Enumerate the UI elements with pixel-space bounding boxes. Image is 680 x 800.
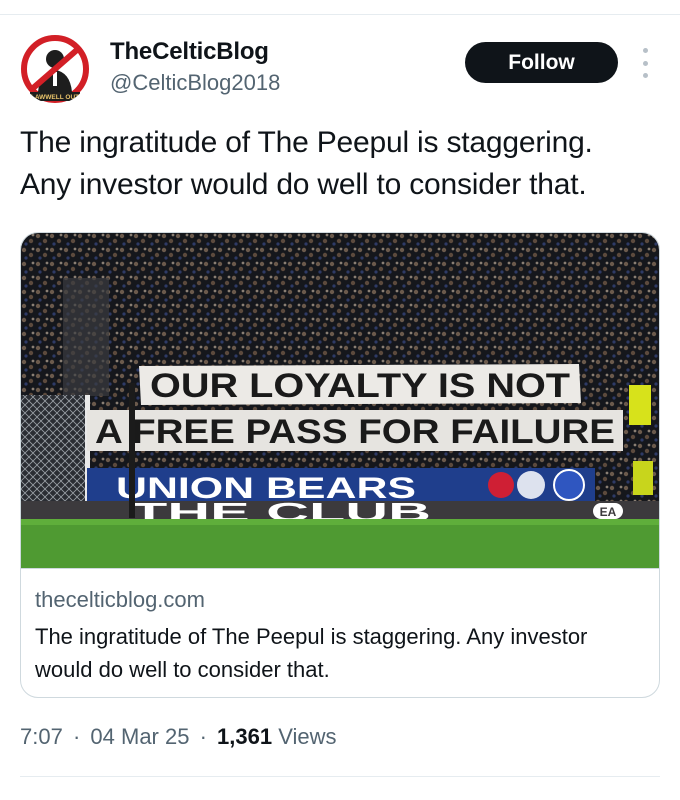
link-card[interactable]: OUR LOYALTY IS NOT A FREE PASS FOR FAILU…: [20, 232, 660, 698]
handle[interactable]: @CelticBlog2018: [110, 70, 280, 96]
more-dot: [642, 60, 648, 66]
tweet-text: The ingratitude of The Peepul is stagger…: [20, 122, 660, 206]
views-count: 1,361: [217, 724, 273, 749]
board-logo: EA: [600, 505, 617, 519]
follow-button[interactable]: Follow: [465, 42, 618, 83]
more-dot: [642, 48, 648, 53]
top-divider: [0, 14, 680, 15]
bottom-divider: [20, 776, 660, 777]
card-title[interactable]: The ingratitude of The Peepul is stagger…: [35, 620, 635, 686]
tweet-text-line: Any investor would do well to consider t…: [20, 168, 587, 201]
display-name[interactable]: TheCelticBlog: [110, 38, 269, 66]
views-label: Views: [278, 724, 337, 749]
more-dot: [642, 73, 648, 78]
avatar[interactable]: LAWWELL OUT: [20, 34, 90, 104]
banner-top-text: OUR LOYALTY IS NOT: [150, 367, 570, 405]
separator: ·: [199, 724, 207, 749]
tweet-text-line: The ingratitude of The Peepul is stagger…: [20, 126, 593, 159]
avatar-ribbon-text: LAWWELL OUT: [31, 94, 79, 101]
banner-bottom-text: A FREE PASS FOR FAILURE: [95, 413, 615, 451]
tweet-meta: 7:07 · 04 Mar 25 · 1,361 Views: [20, 724, 337, 750]
more-vertical-icon[interactable]: [638, 48, 652, 78]
separator: ·: [72, 724, 81, 749]
tweet-time[interactable]: 7:07: [20, 724, 63, 749]
tweet-date[interactable]: 04 Mar 25: [90, 724, 189, 749]
card-meta: thecelticblog.com The ingratitude of The…: [21, 568, 659, 697]
card-domain[interactable]: thecelticblog.com: [35, 587, 205, 613]
stadium-photo[interactable]: OUR LOYALTY IS NOT A FREE PASS FOR FAILU…: [21, 233, 659, 568]
